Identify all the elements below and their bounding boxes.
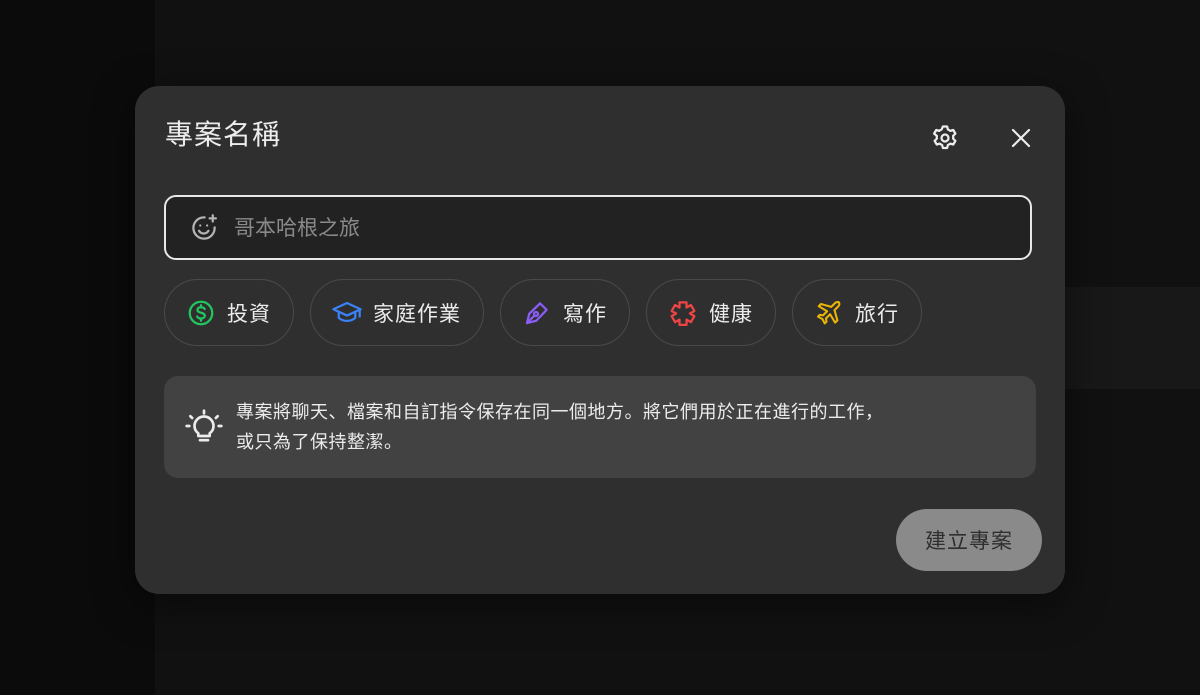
lightbulb-icon [185,409,223,442]
gear-icon [933,125,957,150]
category-chip-homework[interactable]: 家庭作業 [310,279,484,346]
category-chip-label: 寫作 [563,301,607,326]
category-chip-label: 投資 [227,301,271,326]
category-chip-label: 健康 [709,301,753,326]
category-chip-label: 家庭作業 [373,301,461,326]
category-chip-investment[interactable]: 投資 [164,279,294,346]
category-chip-travel[interactable]: 旅行 [792,279,922,346]
graduation-cap-icon [331,297,363,329]
project-name-field [164,195,1032,260]
project-name-input[interactable] [232,206,1030,249]
pen-nib-icon [521,297,553,329]
category-chip-health[interactable]: 健康 [646,279,776,346]
info-box: 專案將聊天、檔案和自訂指令保存在同一個地方。將它們用於正在進行的工作， 或只為了… [164,376,1036,478]
category-chips: 投資 家庭作業 寫作 健康 旅行 [164,279,922,346]
settings-button[interactable] [925,118,965,158]
close-button[interactable] [1001,118,1041,158]
create-project-dialog: 專案名稱 哥本哈根之旅 投資 家庭作業 寫作 健康 旅行 專案將聊天、檔案和自訂… [135,86,1065,594]
category-chip-writing[interactable]: 寫作 [500,279,630,346]
info-line-1: 專案將聊天、檔案和自訂指令保存在同一個地方。將它們用於正在進行的工作， [236,402,884,423]
info-line-2: 或只為了保持整潔。 [236,432,403,453]
dollar-circle-icon [185,297,217,329]
create-project-button[interactable]: 建立專案 [896,509,1042,571]
emoji-picker-button[interactable] [186,210,222,246]
background-panel-strip [1060,287,1200,389]
close-icon [1011,128,1031,148]
airplane-icon [813,297,845,329]
info-text: 專案將聊天、檔案和自訂指令保存在同一個地方。將它們用於正在進行的工作， 或只為了… [236,398,1016,458]
smiley-add-icon [192,213,217,240]
category-chip-label: 旅行 [855,301,899,326]
dialog-title: 專案名稱 [165,118,282,151]
medical-cross-icon [667,297,699,329]
